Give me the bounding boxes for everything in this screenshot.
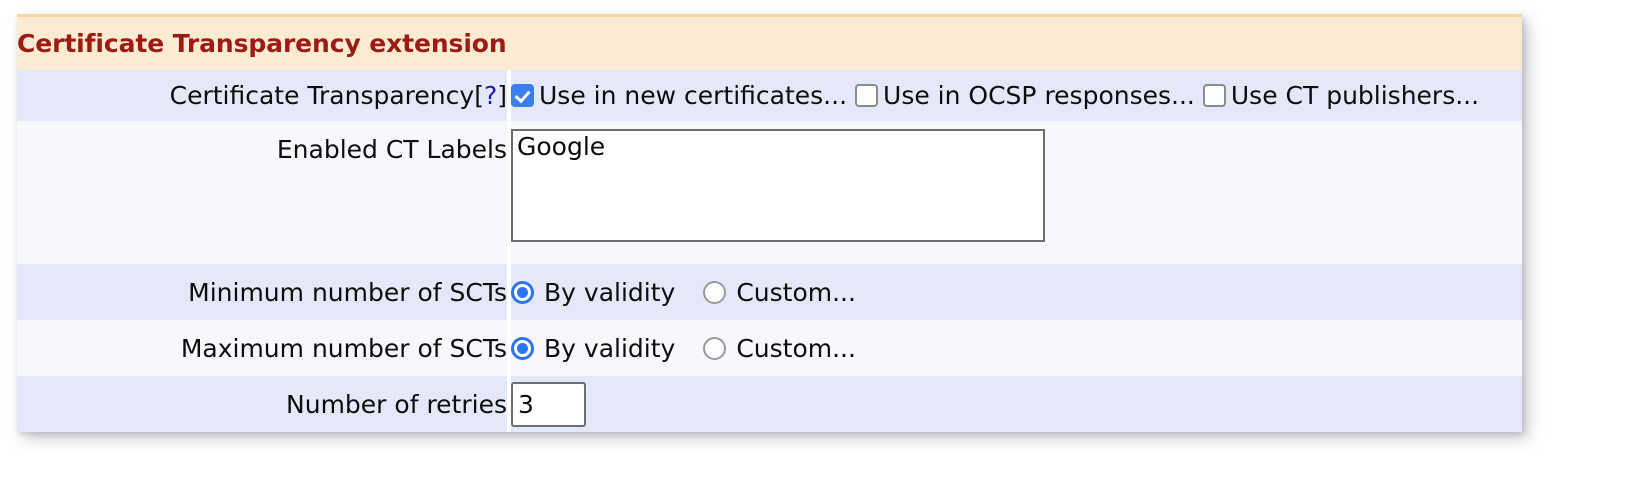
checkbox-checked-icon[interactable] [511,84,534,107]
radio-selected-icon[interactable] [511,337,534,360]
checkbox-unchecked-icon[interactable] [1203,84,1226,107]
row-field-certificate-transparency: Use in new certificates... Use in OCSP r… [511,70,1522,121]
checkbox-label: Use in OCSP responses... [883,83,1195,108]
header-title-cell: Certificate Transparency extension [17,16,507,71]
label-text: Number of retries [286,390,507,419]
radio-label: By validity [544,280,675,305]
header-blank-cell [511,16,1522,71]
radio-maximum-by-validity[interactable]: By validity [511,336,675,361]
row-label-minimum-number-of-scts: Minimum number of SCTs [17,264,507,320]
checkbox-use-in-ocsp-responses[interactable]: Use in OCSP responses... [855,83,1195,108]
help-bracket-open: [ [474,81,484,110]
table-row: Enabled CT Labels [17,121,1522,264]
radio-unselected-icon[interactable] [703,337,726,360]
settings-table: Certificate Transparency extension Certi… [17,14,1522,432]
table-header-row: Certificate Transparency extension [17,16,1522,71]
label-text: Minimum number of SCTs [188,278,507,307]
table-row: Number of retries [17,376,1522,432]
checkbox-use-in-new-certificates[interactable]: Use in new certificates... [511,83,847,108]
enabled-ct-labels-textarea[interactable] [511,129,1045,242]
radio-minimum-by-validity[interactable]: By validity [511,280,675,305]
checkbox-group: Use in new certificates... Use in OCSP r… [511,83,1522,108]
help-icon[interactable]: ? [484,81,497,110]
radio-label: By validity [544,336,675,361]
table-row: Maximum number of SCTs By validity Custo… [17,320,1522,376]
radio-label: Custom... [736,280,856,305]
label-text: Certificate Transparency [170,81,475,110]
checkbox-label: Use CT publishers... [1231,83,1479,108]
radio-group-maximum-scts: By validity Custom... [511,336,1522,361]
screen-root: Certificate Transparency extension Certi… [0,0,1629,503]
row-field-minimum-number-of-scts: By validity Custom... [511,264,1522,320]
radio-label: Custom... [736,336,856,361]
label-text: Maximum number of SCTs [181,334,507,363]
checkbox-use-ct-publishers[interactable]: Use CT publishers... [1203,83,1479,108]
page-title: Certificate Transparency extension [17,29,507,58]
radio-group-minimum-scts: By validity Custom... [511,280,1522,305]
radio-maximum-custom[interactable]: Custom... [703,336,856,361]
radio-minimum-custom[interactable]: Custom... [703,280,856,305]
radio-unselected-icon[interactable] [703,281,726,304]
label-text: Enabled CT Labels [277,135,507,164]
checkbox-label: Use in new certificates... [539,83,847,108]
row-label-number-of-retries: Number of retries [17,376,507,432]
row-label-enabled-ct-labels: Enabled CT Labels [17,121,507,264]
row-field-enabled-ct-labels [511,121,1522,264]
certificate-transparency-panel: Certificate Transparency extension Certi… [17,14,1522,431]
table-row: Minimum number of SCTs By validity Custo… [17,264,1522,320]
row-label-certificate-transparency: Certificate Transparency[?] [17,70,507,121]
help-bracket-close: ] [497,81,507,110]
row-field-number-of-retries [511,376,1522,432]
number-of-retries-input[interactable] [511,382,586,427]
radio-selected-icon[interactable] [511,281,534,304]
checkbox-unchecked-icon[interactable] [855,84,878,107]
table-row: Certificate Transparency[?] Use in new c… [17,70,1522,121]
row-label-maximum-number-of-scts: Maximum number of SCTs [17,320,507,376]
row-field-maximum-number-of-scts: By validity Custom... [511,320,1522,376]
